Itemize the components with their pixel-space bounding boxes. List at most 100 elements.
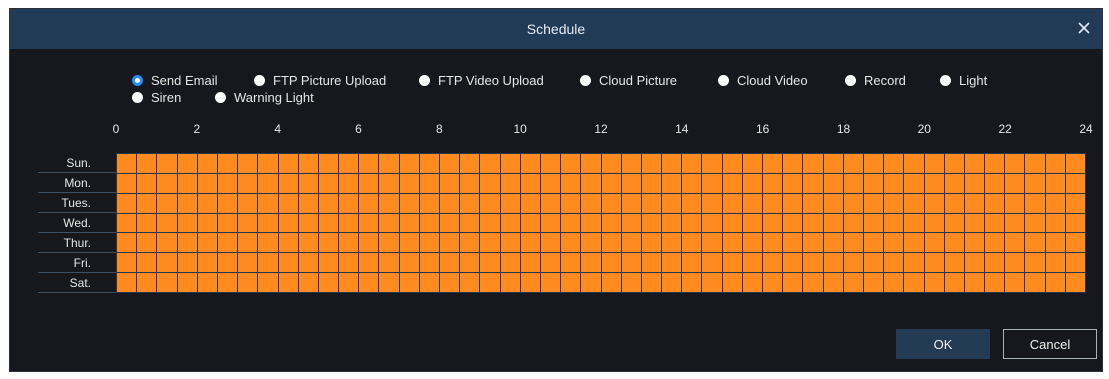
schedule-slot[interactable]: [1025, 273, 1045, 292]
schedule-slot[interactable]: [702, 273, 722, 292]
schedule-slot[interactable]: [339, 213, 359, 233]
schedule-slot[interactable]: [742, 233, 762, 253]
schedule-slot[interactable]: [177, 173, 197, 193]
schedule-slot[interactable]: [197, 273, 217, 292]
schedule-slot[interactable]: [944, 273, 964, 292]
schedule-slot[interactable]: [944, 213, 964, 233]
schedule-slot[interactable]: [722, 193, 742, 213]
schedule-slot[interactable]: [1005, 233, 1025, 253]
schedule-slot[interactable]: [480, 173, 500, 193]
schedule-slot[interactable]: [480, 253, 500, 273]
schedule-slot[interactable]: [1005, 173, 1025, 193]
schedule-slot[interactable]: [985, 154, 1005, 173]
schedule-slot[interactable]: [157, 193, 177, 213]
option-cloud-picture[interactable]: Cloud Picture: [580, 73, 677, 88]
schedule-slot[interactable]: [197, 213, 217, 233]
schedule-slot[interactable]: [440, 173, 460, 193]
schedule-slot[interactable]: [197, 253, 217, 273]
schedule-slot[interactable]: [702, 173, 722, 193]
schedule-slot[interactable]: [662, 233, 682, 253]
schedule-slot[interactable]: [440, 154, 460, 173]
schedule-slot[interactable]: [318, 213, 339, 233]
schedule-slot[interactable]: [641, 273, 662, 292]
schedule-slot[interactable]: [379, 173, 399, 193]
schedule-slot[interactable]: [682, 213, 702, 233]
schedule-slot[interactable]: [601, 233, 621, 253]
schedule-slot[interactable]: [763, 193, 783, 213]
schedule-slot[interactable]: [823, 173, 843, 193]
schedule-slot[interactable]: [944, 233, 964, 253]
schedule-slot[interactable]: [843, 193, 863, 213]
schedule-slot[interactable]: [278, 213, 298, 233]
radio-icon[interactable]: [940, 75, 951, 86]
schedule-slot[interactable]: [581, 253, 601, 273]
schedule-slot[interactable]: [641, 213, 662, 233]
schedule-slot[interactable]: [298, 173, 318, 193]
radio-icon[interactable]: [718, 75, 729, 86]
schedule-slot[interactable]: [964, 213, 985, 233]
schedule-slot[interactable]: [682, 273, 702, 292]
schedule-slot[interactable]: [177, 213, 197, 233]
schedule-slot[interactable]: [601, 273, 621, 292]
schedule-slot[interactable]: [763, 233, 783, 253]
schedule-slot[interactable]: [702, 193, 722, 213]
schedule-slot[interactable]: [399, 253, 419, 273]
schedule-slot[interactable]: [318, 173, 339, 193]
schedule-slot[interactable]: [540, 213, 561, 233]
schedule-slot[interactable]: [318, 253, 339, 273]
schedule-slot[interactable]: [117, 233, 137, 253]
schedule-slot[interactable]: [278, 253, 298, 273]
schedule-slot[interactable]: [843, 233, 863, 253]
radio-icon[interactable]: [215, 92, 226, 103]
schedule-slot[interactable]: [621, 233, 641, 253]
schedule-slot[interactable]: [217, 193, 238, 213]
schedule-slot[interactable]: [924, 154, 944, 173]
schedule-slot[interactable]: [238, 173, 258, 193]
schedule-slot[interactable]: [379, 253, 399, 273]
schedule-slot[interactable]: [399, 273, 419, 292]
schedule-slot[interactable]: [682, 233, 702, 253]
radio-icon[interactable]: [580, 75, 591, 86]
schedule-grid[interactable]: [116, 153, 1086, 293]
schedule-slot[interactable]: [137, 233, 157, 253]
schedule-slot[interactable]: [217, 173, 238, 193]
schedule-slot[interactable]: [298, 273, 318, 292]
option-ftp-video-upload[interactable]: FTP Video Upload: [419, 73, 544, 88]
schedule-slot[interactable]: [1005, 193, 1025, 213]
schedule-slot[interactable]: [217, 213, 238, 233]
schedule-slot[interactable]: [440, 273, 460, 292]
schedule-slot[interactable]: [379, 213, 399, 233]
schedule-slot[interactable]: [823, 253, 843, 273]
schedule-slot[interactable]: [561, 253, 581, 273]
schedule-slot[interactable]: [944, 253, 964, 273]
schedule-slot[interactable]: [985, 273, 1005, 292]
schedule-slot[interactable]: [339, 253, 359, 273]
schedule-slot[interactable]: [843, 154, 863, 173]
schedule-slot[interactable]: [884, 273, 904, 292]
schedule-slot[interactable]: [742, 154, 762, 173]
schedule-slot[interactable]: [480, 213, 500, 233]
schedule-slot[interactable]: [803, 193, 823, 213]
schedule-slot[interactable]: [924, 213, 944, 233]
schedule-slot[interactable]: [863, 213, 884, 233]
schedule-slot[interactable]: [783, 253, 803, 273]
schedule-slot[interactable]: [500, 193, 520, 213]
schedule-slot[interactable]: [803, 154, 823, 173]
schedule-slot[interactable]: [904, 173, 924, 193]
schedule-slot[interactable]: [1005, 213, 1025, 233]
option-cloud-video[interactable]: Cloud Video: [718, 73, 808, 88]
schedule-slot[interactable]: [904, 154, 924, 173]
option-warning-light[interactable]: Warning Light: [215, 90, 314, 105]
schedule-slot[interactable]: [117, 193, 137, 213]
schedule-slot[interactable]: [278, 173, 298, 193]
schedule-slot[interactable]: [540, 233, 561, 253]
schedule-slot[interactable]: [339, 173, 359, 193]
schedule-slot[interactable]: [298, 213, 318, 233]
schedule-slot[interactable]: [662, 273, 682, 292]
schedule-slot[interactable]: [884, 253, 904, 273]
schedule-slot[interactable]: [238, 213, 258, 233]
schedule-slot[interactable]: [884, 173, 904, 193]
schedule-slot[interactable]: [217, 253, 238, 273]
schedule-slot[interactable]: [641, 253, 662, 273]
schedule-slot[interactable]: [561, 173, 581, 193]
